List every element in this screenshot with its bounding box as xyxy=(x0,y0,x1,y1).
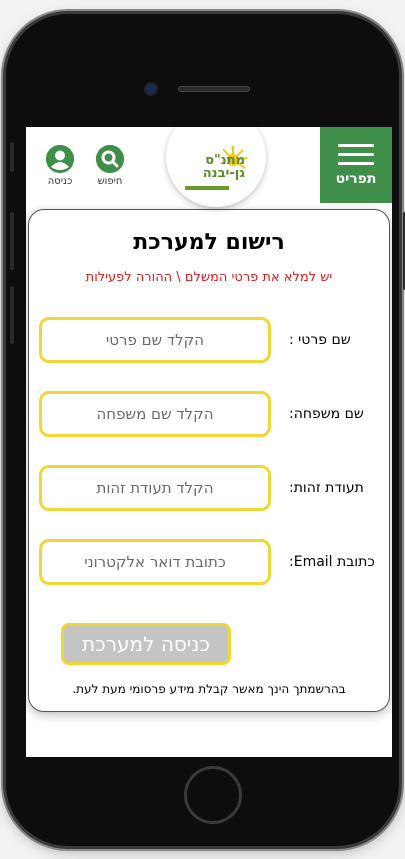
search-link[interactable]: חיפוש xyxy=(90,145,130,187)
user-icon xyxy=(46,145,74,173)
first-name-row: שם פרטי : xyxy=(29,317,391,363)
bottom-strip xyxy=(42,719,382,757)
front-camera xyxy=(146,84,156,94)
mute-switch xyxy=(10,142,14,172)
id-number-row: תעודת זהות: xyxy=(29,465,391,511)
earpiece-speaker xyxy=(178,86,250,92)
last-name-input[interactable] xyxy=(39,391,271,437)
email-label: כתובת Email: xyxy=(289,554,375,570)
volume-up-button xyxy=(10,212,14,270)
email-input[interactable] xyxy=(39,539,271,585)
last-name-label: שם משפחה: xyxy=(289,406,364,422)
form-instruction: יש למלא את פרטי המשלם \ ההורה לפעילות xyxy=(85,270,333,285)
id-number-input[interactable] xyxy=(39,465,271,511)
logo-text: מתנ"ס גן-יבנה xyxy=(202,153,245,181)
submit-button[interactable]: כניסה למערכת xyxy=(61,623,231,665)
menu-label: תפריט xyxy=(335,170,377,187)
email-row: כתובת Email: xyxy=(29,539,391,585)
search-label: חיפוש xyxy=(97,176,123,187)
last-name-row: שם משפחה: xyxy=(29,391,391,437)
registration-card: רישום למערכת יש למלא את פרטי המשלם \ ההו… xyxy=(28,209,390,712)
menu-button[interactable]: תפריט xyxy=(320,127,392,203)
volume-down-button xyxy=(10,286,14,344)
phone-frame: כניסה חיפוש מתנ"ס גן-יבנה תפריט רישום למ… xyxy=(6,14,405,846)
logo-mark: מתנ"ס גן-יבנה xyxy=(181,140,251,196)
marketing-consent-note: בהרשמתך הינך מאשר קבלת מידע פרסומי מעת ל… xyxy=(72,682,346,696)
id-number-label: תעודת זהות: xyxy=(289,480,364,496)
first-name-input[interactable] xyxy=(39,317,271,363)
home-button[interactable] xyxy=(184,766,242,824)
first-name-label: שם פרטי : xyxy=(289,332,351,348)
search-icon xyxy=(96,145,124,173)
hamburger-icon xyxy=(338,143,374,165)
logo-underline xyxy=(185,186,229,190)
login-link[interactable]: כניסה xyxy=(40,145,80,187)
screen: כניסה חיפוש מתנ"ס גן-יבנה תפריט רישום למ… xyxy=(26,127,392,757)
page-title: רישום למערכת xyxy=(133,230,285,255)
site-logo[interactable]: מתנ"ס גן-יבנה xyxy=(166,127,266,207)
login-label: כניסה xyxy=(47,176,73,187)
site-header: כניסה חיפוש מתנ"ס גן-יבנה תפריט xyxy=(26,127,392,207)
